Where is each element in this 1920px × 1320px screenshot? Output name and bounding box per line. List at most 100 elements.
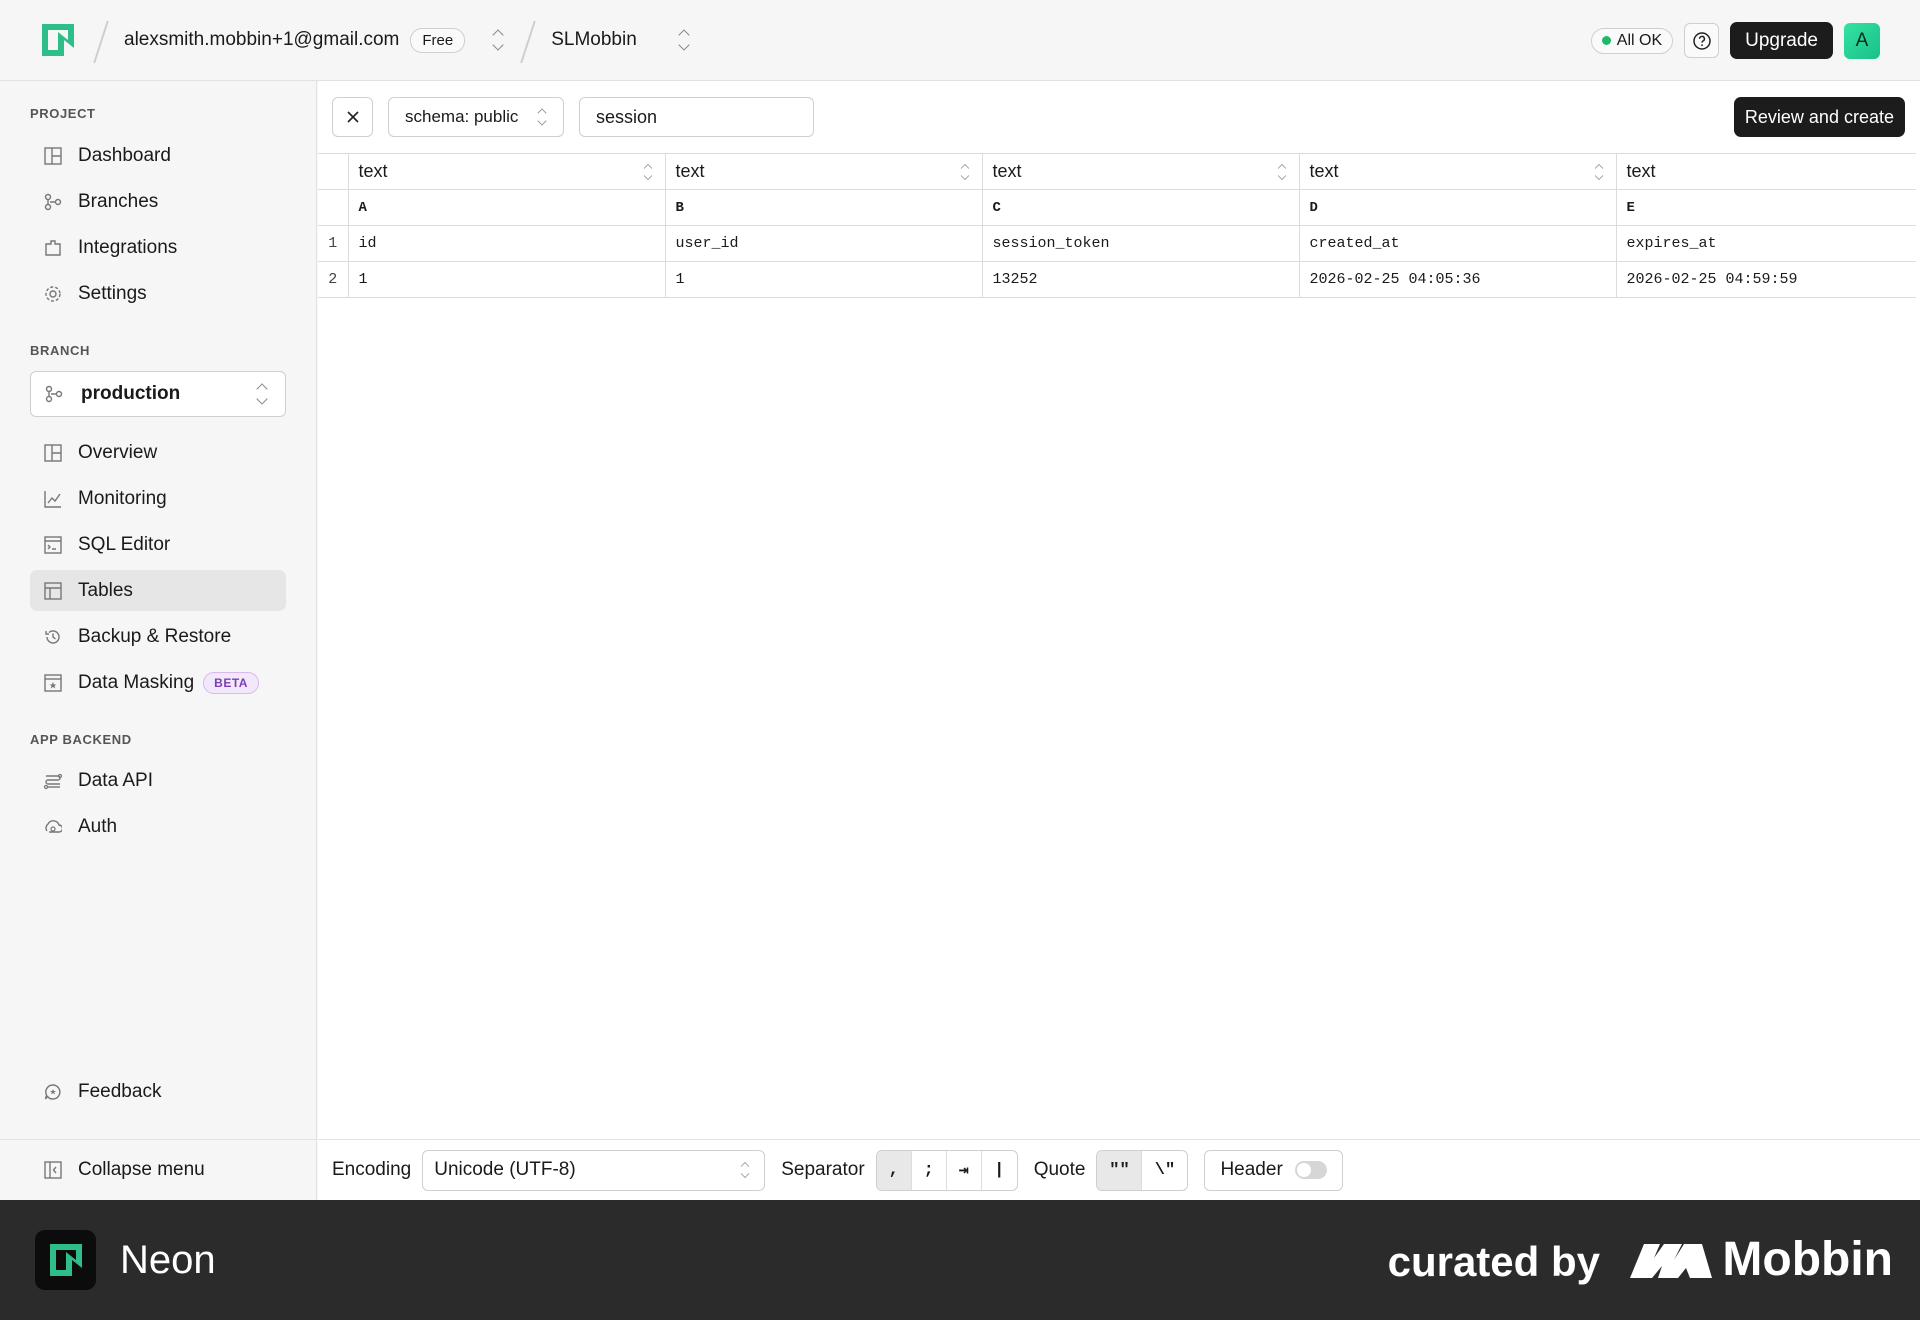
branches-icon — [43, 192, 63, 212]
avatar[interactable]: A — [1844, 22, 1880, 59]
column-type-select[interactable]: text — [664, 153, 983, 190]
close-icon — [346, 111, 359, 123]
table-cell[interactable]: user_id — [664, 225, 983, 262]
schema-value: schema: public — [405, 107, 519, 126]
terminal-icon — [43, 535, 63, 555]
upgrade-button[interactable]: Upgrade — [1730, 22, 1833, 59]
quote-escaped-button[interactable]: \" — [1142, 1151, 1187, 1190]
column-type-select[interactable]: text — [1298, 153, 1617, 190]
column-letter: C — [981, 189, 1300, 226]
header-toggle-control[interactable]: Header — [1204, 1149, 1343, 1191]
sidebar-item-branches[interactable]: Branches — [30, 181, 286, 222]
history-icon — [43, 627, 63, 647]
type-row: text text text text text — [318, 153, 1916, 190]
table-cell[interactable]: expires_at — [1615, 225, 1916, 262]
encoding-select[interactable]: Unicode (UTF-8) — [422, 1149, 766, 1191]
close-button[interactable] — [332, 97, 373, 137]
separator-pipe-button[interactable]: | — [982, 1151, 1017, 1190]
plan-badge: Free — [410, 27, 466, 53]
encoding-value: Unicode (UTF-8) — [434, 1159, 576, 1180]
column-type-select[interactable]: text — [347, 153, 666, 190]
branch-name: production — [81, 383, 181, 404]
sidebar-item-label: Dashboard — [78, 144, 171, 166]
feedback-icon — [43, 1082, 63, 1102]
chevron-updown-icon — [536, 107, 547, 128]
project-switcher[interactable]: SLMobbin — [551, 27, 691, 53]
neon-logo-icon — [35, 1230, 96, 1290]
table-icon — [43, 581, 63, 601]
sidebar-item-backup-restore[interactable]: Backup & Restore — [30, 616, 286, 657]
quote-double-button[interactable]: "" — [1097, 1150, 1143, 1190]
chevron-updown-icon[interactable] — [491, 27, 505, 53]
encoding-label: Encoding — [332, 1159, 412, 1180]
quote-label: Quote — [1033, 1159, 1086, 1180]
separator-comma-button[interactable]: , — [876, 1150, 912, 1190]
sidebar: PROJECT Dashboard Branches Integrations … — [0, 81, 317, 1200]
table-cell[interactable]: 13252 — [981, 261, 1300, 298]
chevron-updown-icon — [740, 1160, 751, 1180]
sidebar-item-settings[interactable]: Settings — [30, 273, 286, 314]
sidebar-item-data-api[interactable]: Data API — [30, 760, 286, 801]
branch-selector[interactable]: production — [30, 371, 286, 417]
table-cell[interactable]: id — [347, 225, 666, 262]
top-bar: alexsmith.mobbin+1@gmail.com Free SLMobb… — [0, 0, 1920, 81]
help-button[interactable] — [1684, 23, 1720, 58]
import-toolbar: schema: public session Review and create — [318, 81, 1920, 153]
status-badge[interactable]: All OK — [1590, 27, 1674, 54]
table-cell[interactable]: 1 — [347, 261, 666, 298]
separator-tab-button[interactable]: ⇥ — [947, 1150, 982, 1190]
table-cell[interactable]: session_token — [981, 225, 1300, 262]
api-icon — [43, 771, 63, 791]
table-cell[interactable]: 1 — [664, 261, 983, 298]
sidebar-item-label: Settings — [78, 282, 147, 304]
collapse-menu-area: Collapse menu — [0, 1139, 317, 1200]
table-cell[interactable]: 2026-02-25 04:59:59 — [1615, 261, 1916, 298]
separator-semicolon-button[interactable]: ; — [912, 1150, 947, 1190]
project-name: SLMobbin — [551, 29, 637, 50]
feedback-label: Feedback — [78, 1080, 162, 1102]
table-cell[interactable]: 2026-02-25 04:05:36 — [1298, 261, 1617, 298]
account-switcher[interactable]: alexsmith.mobbin+1@gmail.com Free — [124, 27, 505, 53]
sidebar-item-label: Branches — [78, 190, 159, 212]
help-icon — [1692, 31, 1711, 50]
table-name-input[interactable]: session — [579, 97, 814, 137]
column-type-select[interactable]: text — [981, 153, 1300, 190]
integrations-icon — [43, 238, 63, 258]
sidebar-item-label: Overview — [78, 441, 158, 463]
mask-icon — [43, 673, 63, 693]
column-letter: B — [664, 189, 983, 226]
overview-icon — [43, 443, 63, 463]
sidebar-item-label: SQL Editor — [78, 533, 171, 555]
sidebar-item-overview[interactable]: Overview — [30, 432, 286, 473]
sidebar-item-label: Integrations — [78, 236, 178, 258]
dashboard-icon — [43, 146, 63, 166]
status-text: All OK — [1616, 31, 1663, 49]
review-and-create-button[interactable]: Review and create — [1733, 97, 1905, 137]
sidebar-item-label: Monitoring — [78, 487, 167, 509]
sidebar-item-monitoring[interactable]: Monitoring — [30, 478, 286, 519]
import-options-bar: Encoding Unicode (UTF-8) Separator , ; ⇥… — [318, 1139, 1920, 1200]
column-letter: E — [1615, 189, 1916, 226]
schema-select[interactable]: schema: public — [388, 97, 564, 137]
chevron-updown-icon — [642, 162, 653, 182]
chevron-updown-icon — [255, 381, 269, 407]
sidebar-item-data-masking[interactable]: Data Masking BETA — [30, 662, 286, 703]
sidebar-item-label: Data Masking — [78, 671, 195, 693]
sidebar-item-sql-editor[interactable]: SQL Editor — [30, 524, 286, 565]
header-toggle[interactable] — [1294, 1161, 1327, 1179]
table-row: 2 1 1 13252 2026-02-25 04:05:36 2026-02-… — [318, 261, 1916, 298]
sidebar-item-integrations[interactable]: Integrations — [30, 227, 286, 268]
brand-name: Neon — [120, 1238, 216, 1282]
curated-by-text: curated by — [1387, 1238, 1600, 1285]
sidebar-item-tables[interactable]: Tables — [30, 570, 286, 611]
sidebar-item-dashboard[interactable]: Dashboard — [30, 135, 286, 176]
mobbin-mark-icon — [1630, 1243, 1713, 1278]
table-cell[interactable]: created_at — [1298, 225, 1617, 262]
neon-logo-icon[interactable] — [38, 20, 78, 60]
collapse-label: Collapse menu — [78, 1158, 205, 1180]
column-type-select[interactable]: text — [1615, 153, 1916, 190]
sidebar-item-auth[interactable]: Auth — [30, 806, 286, 847]
collapse-menu-button[interactable]: Collapse menu — [30, 1149, 286, 1190]
feedback-button[interactable]: Feedback — [30, 1071, 286, 1112]
chevron-updown-icon[interactable] — [677, 27, 691, 53]
